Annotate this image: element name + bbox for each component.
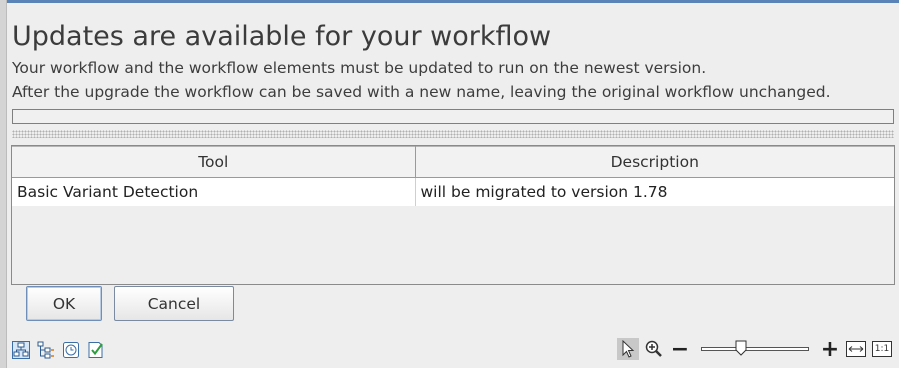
fit-width-icon[interactable] (845, 338, 867, 360)
description-cell[interactable]: will be migrated to version 1.78 (415, 177, 894, 206)
zoom-in-button[interactable]: + (819, 337, 841, 362)
cancel-button[interactable]: Cancel (114, 286, 234, 321)
actual-size-button[interactable]: 1:1 (871, 338, 893, 360)
splitter-handle[interactable] (12, 130, 894, 138)
pointer-icon[interactable] (617, 338, 639, 360)
table-row[interactable]: Basic Variant Detection will be migrated… (12, 177, 894, 206)
ok-button[interactable]: OK (26, 286, 102, 321)
updates-table: Tool Description Basic Variant Detection… (11, 145, 895, 285)
zoom-out-button[interactable]: − (669, 337, 691, 362)
tool-cell[interactable]: Basic Variant Detection (12, 177, 416, 206)
validate-icon[interactable] (87, 341, 105, 359)
column-header-tool[interactable]: Tool (12, 146, 416, 178)
actual-size-label: 1:1 (871, 341, 893, 357)
editor-toolbar (12, 341, 105, 359)
workflow-layout-icon[interactable] (12, 341, 30, 359)
table-header-row: Tool Description (12, 146, 894, 178)
zoom-slider-thumb[interactable] (735, 340, 747, 356)
column-header-description[interactable]: Description (415, 146, 894, 178)
zoom-slider[interactable] (701, 339, 809, 359)
dialog-title: Updates are available for your workflow (12, 21, 552, 52)
history-icon[interactable] (62, 341, 80, 359)
dialog-message-line-1: Your workflow and the workflow elements … (12, 59, 707, 77)
zoom-in-tool-icon[interactable] (643, 338, 665, 360)
left-panel-edge (0, 0, 7, 368)
progress-bar (12, 109, 894, 124)
dialog-message-line-2: After the upgrade the workflow can be sa… (12, 83, 831, 101)
workflow-tree-icon[interactable] (37, 341, 55, 359)
zoom-slider-track (701, 347, 809, 351)
zoom-controls: − + 1:1 (617, 337, 893, 362)
